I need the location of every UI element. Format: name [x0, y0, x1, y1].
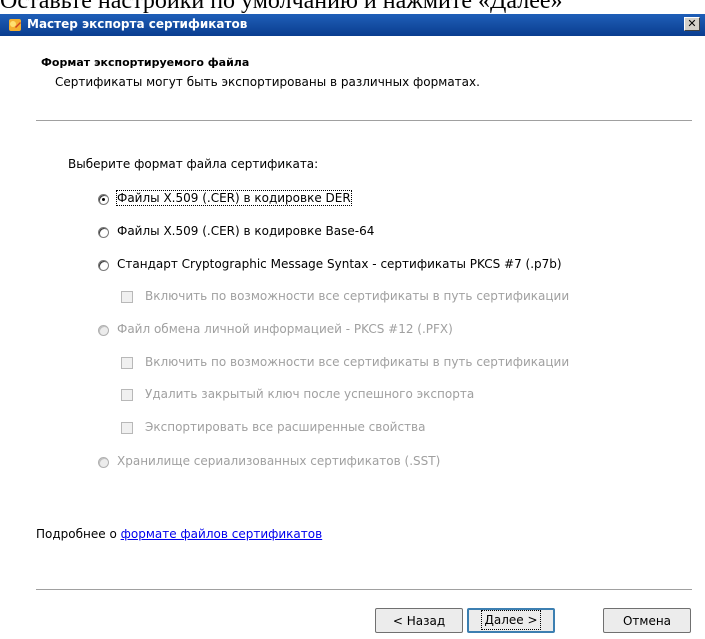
header-title: Формат экспортируемого файла — [41, 56, 250, 69]
checkbox-delete-private-key[interactable] — [121, 389, 133, 401]
cancel-button[interactable]: Отмена — [603, 608, 691, 633]
checkbox-pfx-include-chain-label: Включить по возможности все сертификаты … — [145, 355, 570, 369]
document-text-fragment: Оставьте настройки по умолчанию и нажмит… — [0, 0, 563, 14]
window-title: Мастер экспорта сертификатов — [27, 17, 248, 31]
radio-pkcs7[interactable] — [98, 260, 109, 271]
radio-pfx-label: Файл обмена личной информацией - PKCS #1… — [117, 322, 453, 336]
title-bar[interactable]: Мастер экспорта сертификатов ✕ — [0, 14, 705, 36]
back-button[interactable]: < Назад — [375, 608, 463, 633]
checkbox-p7b-include-chain[interactable] — [121, 291, 133, 303]
wizard-body: Выберите формат файла сертификата: Файлы… — [0, 121, 705, 639]
checkbox-p7b-include-chain-label: Включить по возможности все сертификаты … — [145, 289, 570, 303]
radio-sst-label: Хранилище сериализованных сертификатов (… — [117, 454, 441, 468]
next-button[interactable]: Далее > — [467, 608, 555, 633]
certificate-export-wizard-window: Мастер экспорта сертификатов ✕ Формат эк… — [0, 14, 705, 639]
cert-formats-link[interactable]: формате файлов сертификатов — [121, 527, 323, 541]
footer-separator — [36, 589, 692, 591]
cancel-button-label: Отмена — [622, 613, 672, 628]
back-button-label: < Назад — [392, 613, 446, 628]
checkbox-export-extended-props[interactable] — [121, 422, 133, 434]
checkbox-delete-private-key-label: Удалить закрытый ключ после успешного эк… — [145, 387, 475, 401]
wizard-header: Формат экспортируемого файла Сертификаты… — [0, 36, 705, 120]
wizard-app-icon — [9, 19, 21, 31]
next-button-label: Далее > — [481, 610, 541, 630]
radio-base64[interactable] — [98, 227, 109, 238]
more-info-text: Подробнее о формате файлов сертификатов — [36, 527, 322, 541]
radio-der-label[interactable]: Файлы X.509 (.CER) в кодировке DER — [116, 190, 352, 206]
close-button[interactable]: ✕ — [684, 17, 700, 31]
radio-pkcs7-label[interactable]: Стандарт Cryptographic Message Syntax - … — [117, 257, 562, 271]
format-prompt: Выберите формат файла сертификата: — [68, 157, 319, 171]
checkbox-export-extended-props-label: Экспортировать все расширенные свойства — [145, 420, 426, 434]
checkbox-pfx-include-chain[interactable] — [121, 357, 133, 369]
more-info-prefix: Подробнее о — [36, 527, 121, 541]
radio-sst[interactable] — [98, 457, 109, 468]
radio-pfx[interactable] — [98, 325, 109, 336]
radio-base64-label[interactable]: Файлы X.509 (.CER) в кодировке Base-64 — [117, 224, 374, 238]
radio-der[interactable] — [98, 194, 109, 205]
header-subtitle: Сертификаты могут быть экспортированы в … — [55, 75, 480, 89]
